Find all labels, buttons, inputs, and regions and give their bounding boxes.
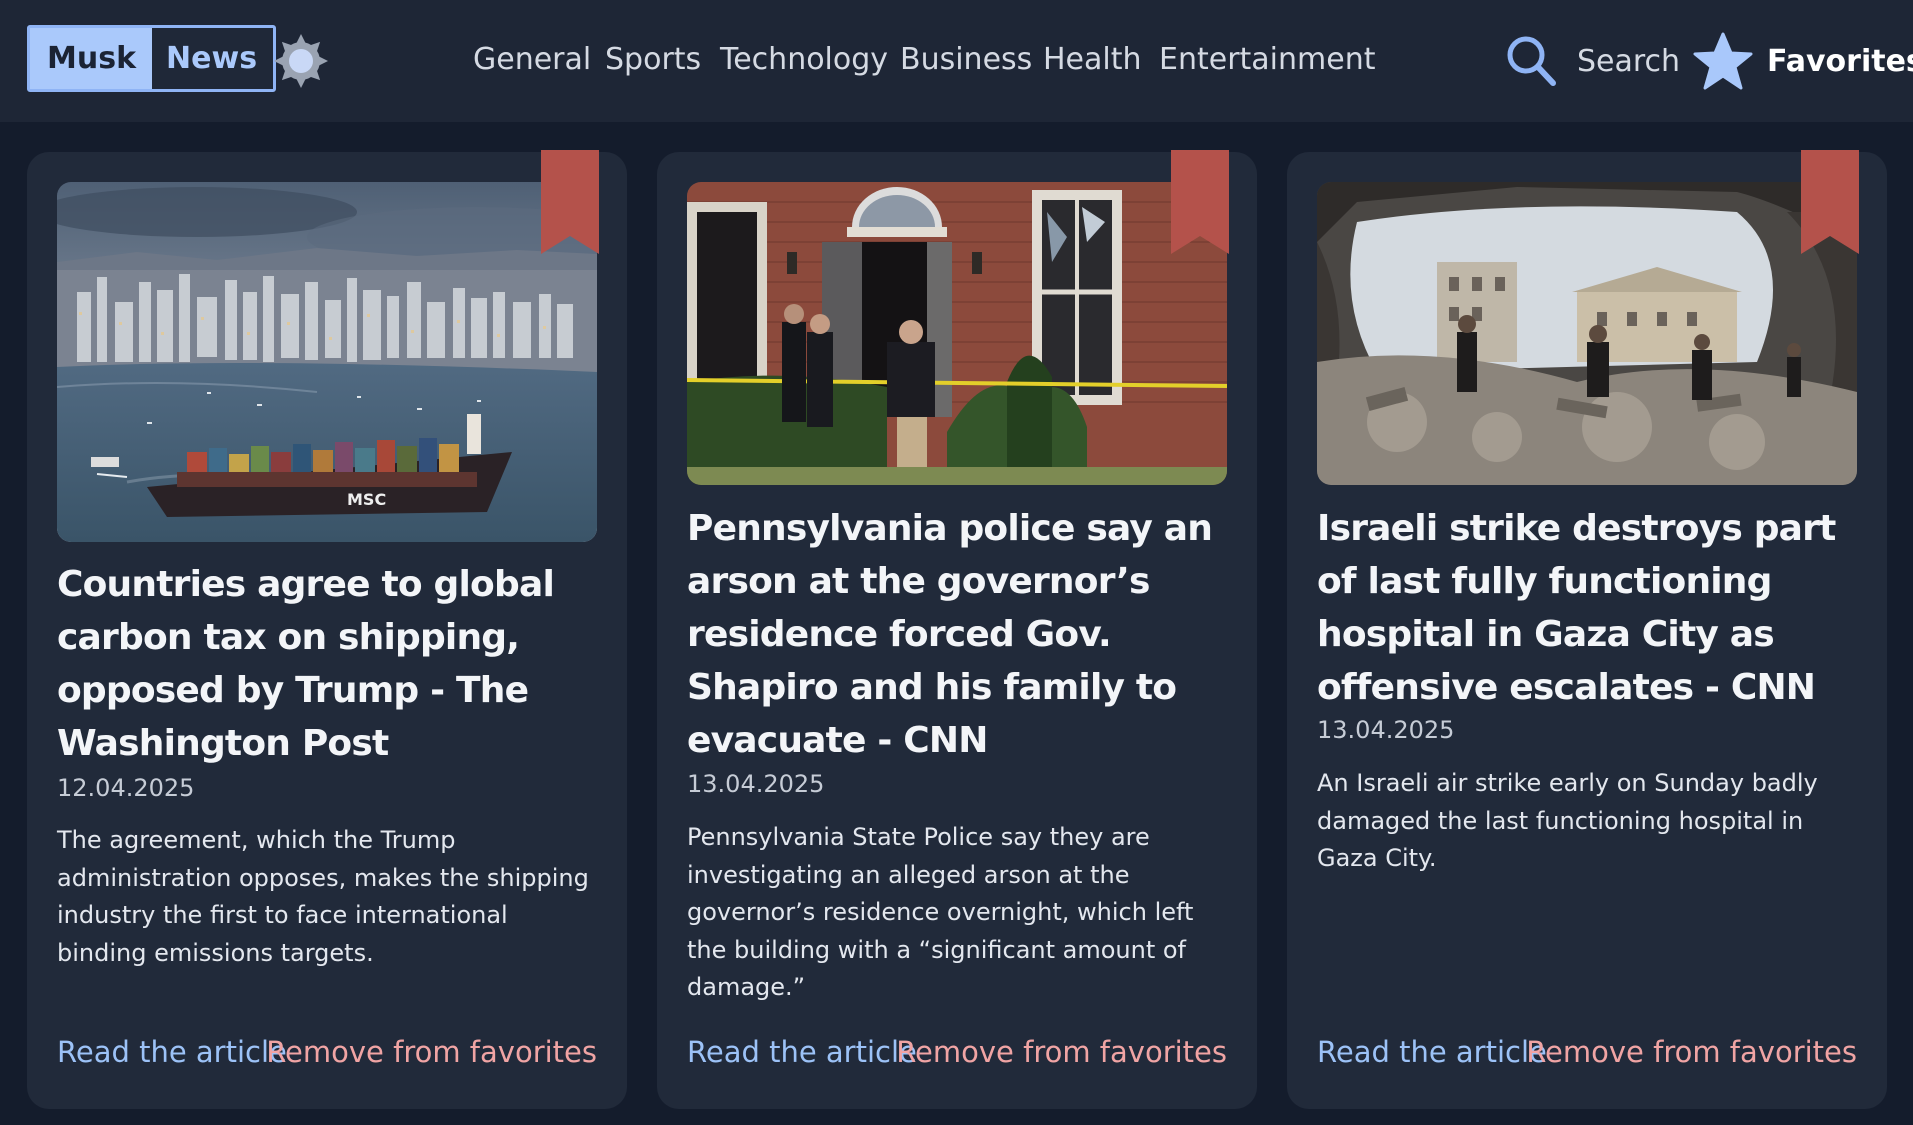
- bookmark-icon[interactable]: [541, 150, 599, 254]
- article-description: The agreement, which the Trump administr…: [57, 826, 589, 967]
- nav-item-technology[interactable]: Technology: [720, 40, 888, 80]
- article-image: MSC: [57, 182, 597, 542]
- search-button[interactable]: Search: [1505, 30, 1680, 92]
- favorites-label: Favorites: [1767, 43, 1913, 79]
- article-description: An Israeli air strike early on Sunday ba…: [1317, 769, 1818, 872]
- read-article-link[interactable]: Read the article: [687, 1035, 917, 1069]
- image-text: MSC: [347, 490, 386, 509]
- top-navbar: Musk News General Sports Technology Busi…: [0, 0, 1913, 122]
- article-title[interactable]: Countries agree to global carbon tax on …: [57, 558, 602, 770]
- article-date: 12.04.2025: [57, 774, 195, 802]
- nav-item-sports[interactable]: Sports: [605, 40, 701, 80]
- read-article-link[interactable]: Read the article: [57, 1035, 287, 1069]
- nav-item-entertainment[interactable]: Entertainment: [1159, 40, 1375, 80]
- favorites-button[interactable]: Favorites: [1693, 28, 1913, 94]
- article-image: [687, 182, 1227, 485]
- nav-item-general[interactable]: General: [473, 40, 591, 80]
- bookmark-icon[interactable]: [1801, 150, 1859, 254]
- read-article-link[interactable]: Read the article: [1317, 1035, 1547, 1069]
- nav-item-business[interactable]: Business: [900, 40, 1032, 80]
- article-title[interactable]: Israeli strike destroys part of last ful…: [1317, 502, 1862, 714]
- article-description: Pennsylvania State Police say they are i…: [687, 823, 1194, 1001]
- search-label: Search: [1577, 43, 1681, 79]
- remove-from-favorites-button[interactable]: Remove from favorites: [1526, 1035, 1857, 1069]
- search-icon: [1507, 36, 1556, 86]
- bookmark-icon[interactable]: [1171, 150, 1229, 254]
- article-title[interactable]: Pennsylvania police say an arson at the …: [687, 502, 1232, 767]
- remove-from-favorites-button[interactable]: Remove from favorites: [896, 1035, 1227, 1069]
- article-date: 13.04.2025: [1317, 716, 1455, 744]
- article-image: [1317, 182, 1857, 485]
- article-date: 13.04.2025: [687, 770, 825, 798]
- news-card: MSC Countries agree to global carbon tax…: [27, 150, 627, 1109]
- news-card: Israeli strike destroys part of last ful…: [1287, 150, 1887, 1109]
- nav-item-health[interactable]: Health: [1043, 40, 1142, 80]
- star-icon: [1693, 32, 1753, 90]
- news-card: Pennsylvania police say an arson at the …: [657, 150, 1257, 1109]
- remove-from-favorites-button[interactable]: Remove from favorites: [266, 1035, 597, 1069]
